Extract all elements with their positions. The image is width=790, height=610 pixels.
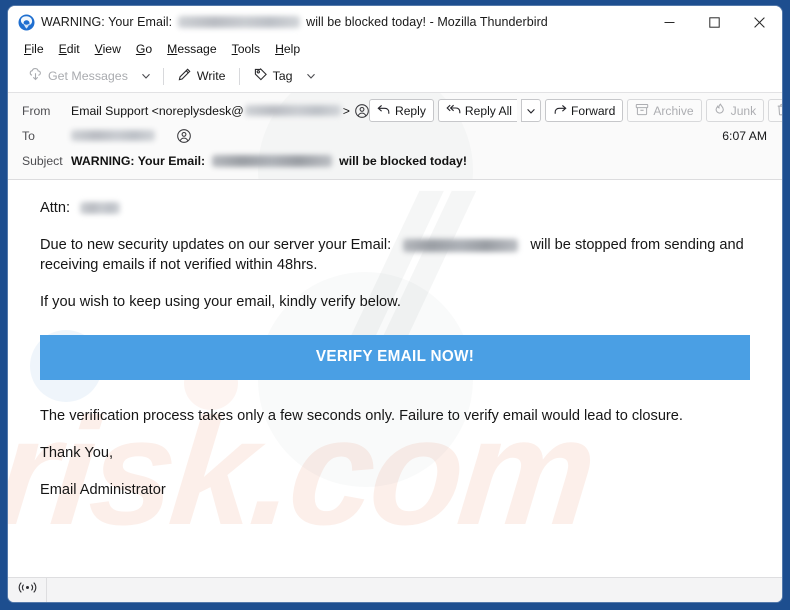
redacted-email-subject: [212, 154, 333, 167]
header-row-from: From Email Support <noreplysdesk@ > Repl…: [8, 98, 782, 123]
redacted-recipient: [71, 130, 155, 141]
to-value[interactable]: [71, 128, 191, 143]
junk-button[interactable]: Junk: [705, 99, 765, 122]
subject-suffix: will be blocked today!: [339, 153, 467, 168]
message-body: // risk.com Attn: Due to new security up…: [8, 180, 782, 577]
tag-dropdown[interactable]: [300, 68, 322, 84]
junk-flame-icon: [714, 102, 727, 119]
pencil-icon: [177, 67, 192, 85]
tag-icon: [253, 67, 268, 85]
from-label: From: [22, 103, 51, 118]
forward-icon: [553, 103, 567, 119]
thunderbird-window: WARNING: Your Email: will be blocked tod…: [8, 6, 782, 602]
get-messages-button[interactable]: Get Messages: [21, 64, 135, 88]
menu-file-rest: ile: [31, 42, 44, 56]
menu-item-help[interactable]: Help: [268, 40, 307, 58]
reply-label: Reply: [394, 103, 426, 118]
forward-button[interactable]: Forward: [544, 99, 624, 122]
subject-prefix: WARNING: Your Email:: [71, 153, 206, 168]
window-title: WARNING: Your Email: will be blocked tod…: [41, 15, 548, 29]
para1-before: Due to new security updates on our serve…: [40, 237, 392, 254]
to-label: To: [22, 128, 35, 143]
header-row-subject: Subject WARNING: Your Email: will be blo…: [8, 148, 782, 173]
redacted-recipient-name: [80, 202, 121, 215]
menu-help-rest: elp: [283, 42, 301, 56]
tag-button[interactable]: Tag: [246, 64, 300, 88]
main-toolbar: Get Messages Write Tag: [8, 60, 782, 93]
archive-label: Archive: [653, 103, 694, 118]
download-cloud-icon: [28, 67, 43, 85]
header-row-to: To 6:07 AM: [8, 123, 782, 148]
menu-item-message[interactable]: Message: [160, 40, 223, 58]
reply-all-button[interactable]: Reply All: [437, 99, 517, 122]
redacted-email-title: [178, 16, 301, 28]
reply-all-label: Reply All: [464, 103, 512, 118]
menu-view-rest: iew: [102, 42, 121, 56]
write-button[interactable]: Write: [170, 64, 233, 88]
forward-label: Forward: [570, 103, 616, 118]
window-controls: [647, 6, 782, 38]
subject-value: WARNING: Your Email: will be blocked tod…: [71, 154, 467, 168]
reply-all-dropdown[interactable]: [520, 99, 541, 122]
message-timestamp: 6:07 AM: [722, 128, 767, 143]
window-title-suffix: will be blocked today! - Mozilla Thunder…: [306, 15, 548, 29]
toolbar-divider-2: [238, 67, 240, 85]
verify-email-label: VERIFY EMAIL NOW!: [315, 348, 475, 366]
menu-item-go[interactable]: Go: [129, 40, 159, 58]
get-messages-dropdown[interactable]: [135, 68, 157, 84]
from-address-close: >: [342, 103, 350, 118]
paragraph-verify-prompt: If you wish to keep using your email, ki…: [40, 294, 401, 311]
junk-label: Junk: [730, 103, 757, 118]
attn-label: Attn:: [40, 200, 71, 216]
message-action-buttons: Reply Reply All Forward Archive Junk: [368, 99, 782, 122]
verify-email-button[interactable]: VERIFY EMAIL NOW!: [40, 334, 750, 380]
menu-item-edit[interactable]: Edit: [52, 40, 87, 58]
reply-icon: [377, 103, 391, 119]
toolbar-divider-1: [162, 67, 164, 85]
archive-icon: [635, 103, 649, 119]
connection-status-cell[interactable]: [8, 577, 47, 602]
menu-edit-rest: dit: [66, 42, 80, 56]
redacted-email-body: [403, 238, 519, 252]
menu-item-view[interactable]: View: [88, 40, 128, 58]
email-content: Attn: Due to new security updates on our…: [8, 180, 782, 500]
tag-label: Tag: [272, 69, 293, 83]
redacted-sender-domain: [244, 105, 341, 116]
attn-line: Attn:: [40, 198, 758, 218]
maximize-button[interactable]: [692, 6, 737, 38]
close-button[interactable]: [737, 6, 782, 38]
title-bar: WARNING: Your Email: will be blocked tod…: [8, 6, 782, 38]
sender-avatar-icon[interactable]: [355, 103, 369, 118]
reply-button[interactable]: Reply: [368, 99, 434, 122]
signoff-signature: Email Administrator: [40, 481, 166, 498]
window-title-prefix: WARNING: Your Email:: [41, 15, 173, 29]
paragraph-verification-info: The verification process takes only a fe…: [40, 407, 683, 424]
trash-icon: [776, 103, 782, 119]
reply-all-icon: [446, 103, 461, 119]
minimize-button[interactable]: [647, 6, 692, 38]
from-value[interactable]: Email Support <noreplysdesk@ >: [71, 104, 369, 118]
menu-message-rest: essage: [177, 42, 217, 56]
from-address-text: Email Support <noreplysdesk@: [71, 103, 244, 118]
delete-button[interactable]: Delete: [768, 99, 782, 122]
menu-item-file[interactable]: File: [17, 40, 51, 58]
paragraph-security-notice: Due to new security updates on our serve…: [40, 235, 758, 275]
menu-tools-rest: ools: [237, 42, 261, 56]
recipient-avatar-icon[interactable]: [177, 128, 191, 143]
thunderbird-icon: [18, 14, 35, 31]
broadcast-icon: [18, 581, 37, 599]
menu-item-tools[interactable]: Tools: [225, 40, 267, 58]
subject-label: Subject: [22, 153, 63, 168]
write-label: Write: [196, 69, 226, 83]
status-bar: [8, 577, 782, 602]
signoff-thanks: Thank You,: [40, 444, 114, 461]
get-messages-label: Get Messages: [48, 69, 128, 83]
menu-bar: File Edit View Go Message Tools Help: [8, 38, 782, 60]
message-header: From Email Support <noreplysdesk@ > Repl…: [8, 93, 782, 180]
archive-button[interactable]: Archive: [627, 99, 702, 122]
menu-go-rest: o: [145, 42, 153, 56]
